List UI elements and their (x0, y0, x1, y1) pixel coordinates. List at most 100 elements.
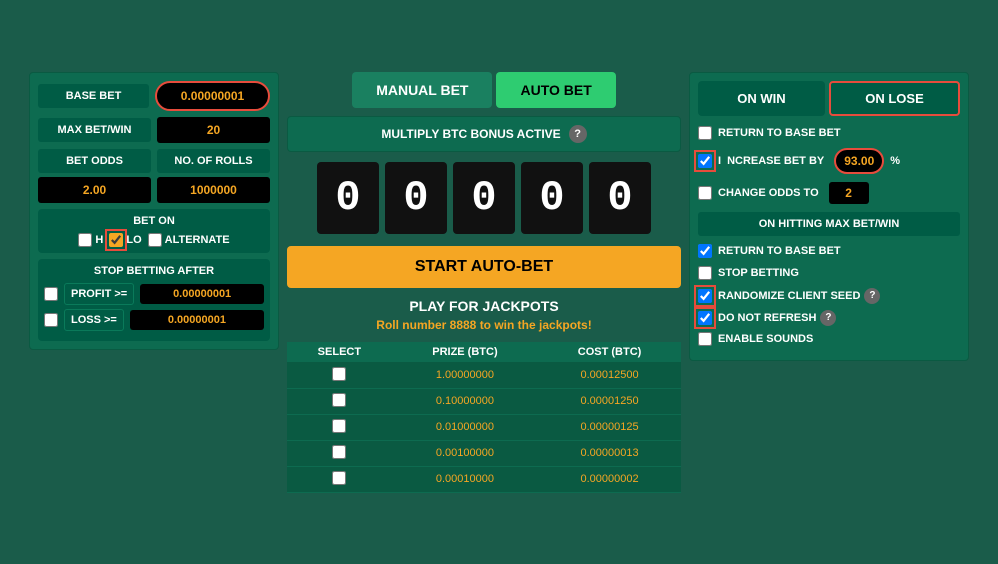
change-odds-checkbox[interactable] (698, 186, 712, 200)
randomize-row: RANDOMIZE CLIENT SEED ? (698, 288, 960, 304)
lo-checkbox[interactable] (109, 233, 123, 247)
do-not-refresh-label: DO NOT REFRESH ? (718, 310, 836, 326)
stop-section: STOP BETTING AFTER PROFIT >= 0.00000001 … (38, 259, 270, 341)
scoreboard: 0 0 0 0 0 (317, 162, 651, 234)
do-not-refresh-help-icon[interactable]: ? (820, 310, 836, 326)
bonus-banner: MULTIPLY BTC BONUS ACTIVE ? (287, 116, 681, 152)
auto-bet-tab[interactable]: AUTO BET (496, 72, 615, 108)
jackpot-prize-2: 0.01000000 (392, 414, 538, 440)
change-odds-value[interactable]: 2 (829, 182, 869, 204)
hi-option[interactable]: H (78, 233, 103, 247)
max-section-label: ON HITTING MAX BET/WIN (698, 212, 960, 236)
alternate-checkbox[interactable] (148, 233, 162, 247)
max-stop-label: STOP BETTING (718, 267, 799, 279)
bonus-text: MULTIPLY BTC BONUS ACTIVE (381, 127, 560, 141)
increase-i-label: I (718, 155, 721, 167)
randomize-checkbox[interactable] (698, 289, 712, 303)
jackpot-prize-4: 0.00010000 (392, 466, 538, 492)
jackpot-row: 0.10000000 0.00001250 (287, 388, 681, 414)
max-bet-value[interactable]: 20 (157, 117, 270, 143)
win-lose-tabs: ON WIN ON LOSE (698, 81, 960, 116)
increase-value[interactable]: 93.00 (834, 148, 884, 174)
max-return-checkbox[interactable] (698, 244, 712, 258)
bet-odds-value[interactable]: 2.00 (38, 177, 151, 203)
enable-sounds-row: ENABLE SOUNDS (698, 332, 960, 346)
do-not-refresh-checkbox[interactable] (698, 311, 712, 325)
alternate-option[interactable]: ALTERNATE (148, 233, 230, 247)
main-tabs: MANUAL BET AUTO BET (352, 72, 616, 108)
max-bet-row: MAX BET/WIN 20 (38, 117, 270, 143)
bet-on-options: H LO ALTERNATE (44, 233, 264, 247)
jackpot-row: 0.00100000 0.00000013 (287, 440, 681, 466)
jackpot-cost-1: 0.00001250 (538, 388, 681, 414)
stop-title: STOP BETTING AFTER (44, 265, 264, 277)
max-stop-row: STOP BETTING (698, 266, 960, 280)
base-bet-label: BASE BET (38, 84, 149, 108)
bonus-help-icon[interactable]: ? (569, 125, 587, 143)
col-cost: COST (BTC) (538, 342, 681, 363)
on-win-tab[interactable]: ON WIN (698, 81, 825, 116)
enable-sounds-checkbox[interactable] (698, 332, 712, 346)
jackpot-cost-2: 0.00000125 (538, 414, 681, 440)
digit-2: 0 (453, 162, 515, 234)
increase-bet-label: NCREASE BET BY (727, 155, 824, 167)
profit-value[interactable]: 0.00000001 (140, 284, 264, 304)
return-base-label: RETURN TO BASE BET (718, 127, 841, 139)
jackpot-checkbox-4[interactable] (332, 471, 346, 485)
loss-label: LOSS >= (64, 309, 124, 331)
lo-option[interactable]: LO (109, 233, 141, 247)
loss-value[interactable]: 0.00000001 (130, 310, 264, 330)
jackpot-table: SELECT PRIZE (BTC) COST (BTC) 1.00000000… (287, 342, 681, 493)
bet-odds-label: BET ODDS (38, 149, 151, 173)
jackpot-row: 0.00010000 0.00000002 (287, 466, 681, 492)
jackpot-number: 8888 (450, 318, 477, 332)
randomize-label: RANDOMIZE CLIENT SEED ? (718, 288, 880, 304)
change-odds-row: CHANGE ODDS TO 2 (698, 182, 960, 204)
do-not-refresh-row: DO NOT REFRESH ? (698, 310, 960, 326)
max-return-label: RETURN TO BASE BET (718, 245, 841, 257)
max-bet-label: MAX BET/WIN (38, 118, 151, 142)
digit-1: 0 (385, 162, 447, 234)
digit-0: 0 (317, 162, 379, 234)
jackpot-select-0[interactable] (287, 362, 392, 388)
increase-bet-row: I NCREASE BET BY 93.00 % (698, 148, 960, 174)
jackpot-cost-0: 0.00012500 (538, 362, 681, 388)
jackpot-select-2[interactable] (287, 414, 392, 440)
loss-row: LOSS >= 0.00000001 (44, 309, 264, 331)
bottom-options: RANDOMIZE CLIENT SEED ? DO NOT REFRESH ?… (698, 288, 960, 346)
hi-checkbox[interactable] (78, 233, 92, 247)
jackpot-select-1[interactable] (287, 388, 392, 414)
odds-rolls-row: BET ODDS 2.00 NO. OF ROLLS 1000000 (38, 149, 270, 203)
profit-checkbox[interactable] (44, 287, 58, 301)
jackpot-checkbox-0[interactable] (332, 367, 346, 381)
start-auto-bet-button[interactable]: START AUTO-BET (287, 246, 681, 288)
loss-checkbox[interactable] (44, 313, 58, 327)
jackpot-checkbox-2[interactable] (332, 419, 346, 433)
digit-4: 0 (589, 162, 651, 234)
jackpot-prize-1: 0.10000000 (392, 388, 538, 414)
jackpot-subtitle: Roll number 8888 to win the jackpots! (376, 318, 591, 332)
jackpot-checkbox-3[interactable] (332, 445, 346, 459)
jackpot-title: PLAY FOR JACKPOTS (409, 298, 558, 314)
jackpot-select-4[interactable] (287, 466, 392, 492)
return-base-checkbox[interactable] (698, 126, 712, 140)
col-select: SELECT (287, 342, 392, 363)
randomize-help-icon[interactable]: ? (864, 288, 880, 304)
no-rolls-label: NO. OF ROLLS (157, 149, 270, 173)
digit-3: 0 (521, 162, 583, 234)
on-lose-tab[interactable]: ON LOSE (829, 81, 960, 116)
max-stop-checkbox[interactable] (698, 266, 712, 280)
manual-bet-tab[interactable]: MANUAL BET (352, 72, 492, 108)
jackpot-checkbox-1[interactable] (332, 393, 346, 407)
increase-bet-checkbox[interactable] (698, 154, 712, 168)
jackpot-cost-3: 0.00000013 (538, 440, 681, 466)
no-rolls-value[interactable]: 1000000 (157, 177, 270, 203)
enable-sounds-label: ENABLE SOUNDS (718, 333, 813, 345)
jackpot-cost-4: 0.00000002 (538, 466, 681, 492)
base-bet-value[interactable]: 0.00000001 (155, 81, 270, 111)
bet-on-title: BET ON (44, 215, 264, 227)
jackpot-select-3[interactable] (287, 440, 392, 466)
profit-row: PROFIT >= 0.00000001 (44, 283, 264, 305)
center-panel: MANUAL BET AUTO BET MULTIPLY BTC BONUS A… (287, 72, 681, 493)
jackpot-row: 0.01000000 0.00000125 (287, 414, 681, 440)
